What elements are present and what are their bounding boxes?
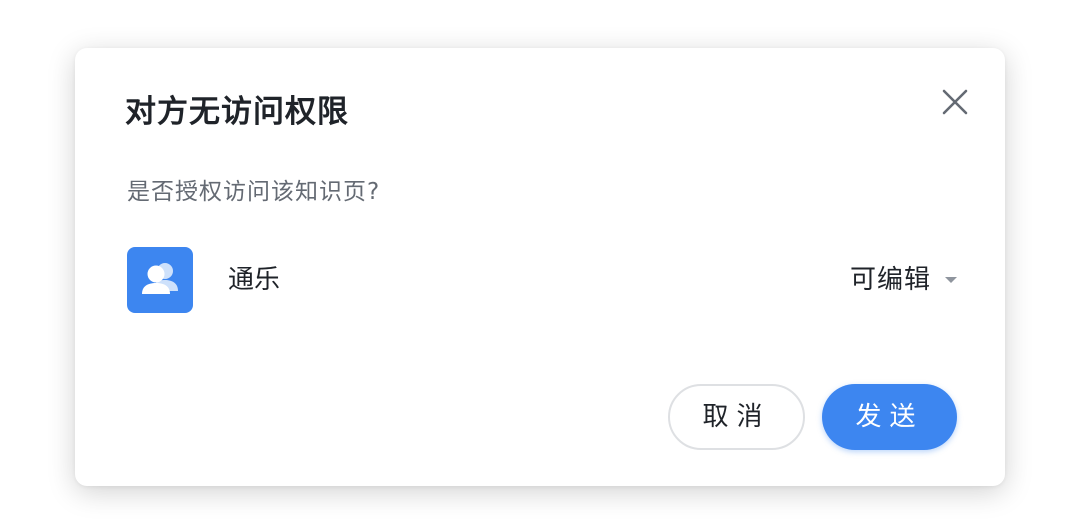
close-icon [942, 89, 968, 115]
member-name: 通乐 [228, 265, 281, 295]
member-row: 通乐 可编辑 [127, 247, 957, 313]
permission-dialog: 对方无访问权限 是否授权访问该知识页? 通乐 可编辑 取消 发送 [75, 48, 1005, 486]
close-button[interactable] [937, 84, 973, 120]
permission-label: 可编辑 [849, 265, 931, 295]
cancel-button[interactable]: 取消 [668, 384, 805, 450]
chevron-down-icon [945, 277, 957, 283]
dialog-title: 对方无访问权限 [125, 94, 349, 130]
permission-dropdown[interactable]: 可编辑 [850, 261, 957, 299]
avatar [127, 247, 193, 313]
dialog-subtitle: 是否授权访问该知识页? [127, 179, 381, 205]
send-button[interactable]: 发送 [822, 384, 957, 450]
group-users-icon [142, 263, 178, 294]
